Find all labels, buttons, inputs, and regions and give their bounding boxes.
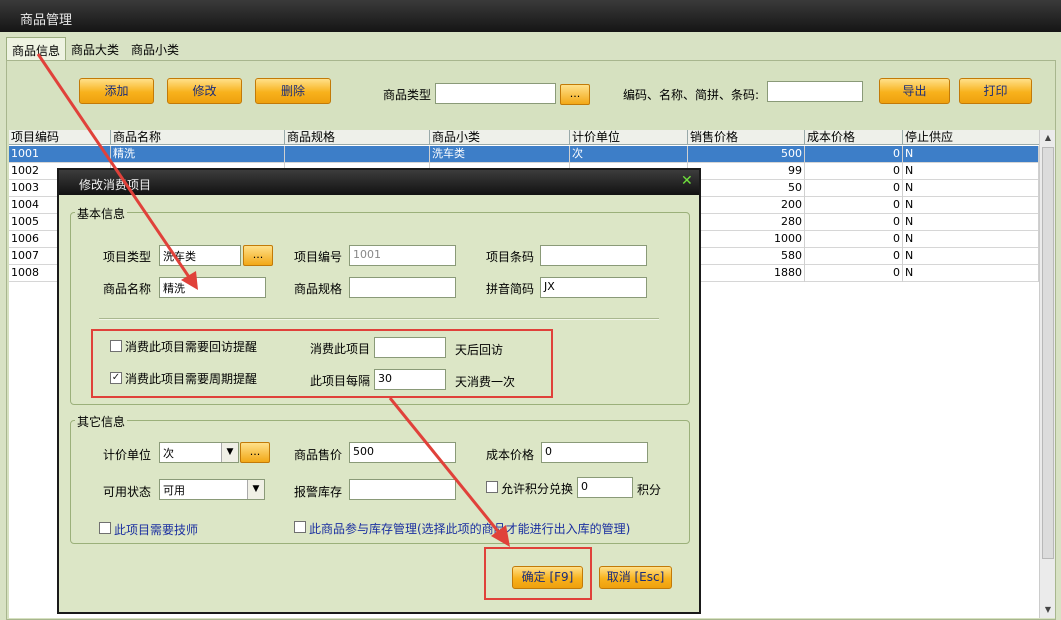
annotation-arrow-line [36, 53, 193, 281]
annotation-arrow-line [388, 397, 503, 536]
annotation-arrowhead [181, 271, 198, 290]
annotation-arrows [36, 53, 510, 547]
